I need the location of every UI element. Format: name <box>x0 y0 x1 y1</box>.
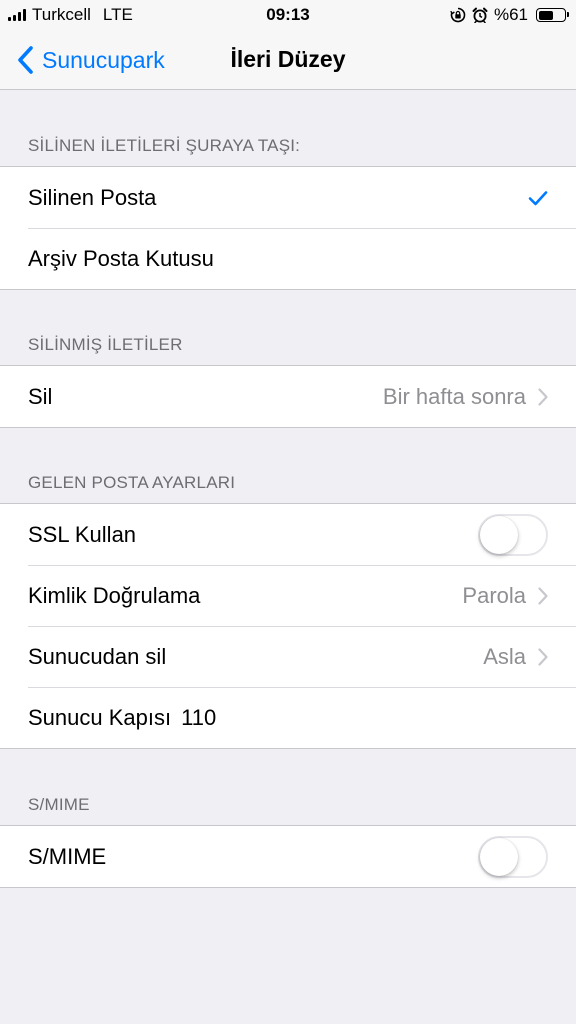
orientation-lock-icon <box>450 7 466 23</box>
status-right: %61 <box>450 4 569 26</box>
chevron-right-icon <box>538 647 548 666</box>
smime-label: S/MIME <box>28 843 107 869</box>
delete-from-server-label: Sunucudan sil <box>28 643 167 669</box>
checkmark-icon <box>528 190 548 205</box>
back-button-label: Sunucupark <box>42 46 165 73</box>
chevron-right-icon <box>538 387 548 406</box>
delete-after-row[interactable]: Sil Bir hafta sonra <box>0 366 576 427</box>
alarm-icon <box>472 7 488 23</box>
section-header-smime: S/MIME <box>28 795 90 814</box>
option-silinen-posta[interactable]: Silinen Posta <box>0 167 576 228</box>
smime-group: S/MIME <box>0 825 576 888</box>
incoming-settings-group: SSL Kullan Kimlik Doğrulama Parola Sunuc… <box>0 503 576 749</box>
ssl-row: SSL Kullan <box>0 504 576 565</box>
delete-from-server-value: Asla <box>483 643 526 669</box>
toggle-knob <box>480 515 518 554</box>
deleted-messages-group: Sil Bir hafta sonra <box>0 365 576 428</box>
chevron-right-icon <box>538 586 548 605</box>
server-port-label: Sunucu Kapısı <box>28 704 172 730</box>
ssl-label: SSL Kullan <box>28 521 137 547</box>
section-header-incoming: GELEN POSTA AYARLARI <box>28 473 236 492</box>
battery-icon <box>536 8 569 22</box>
option-label: Arşiv Posta Kutusu <box>28 245 214 271</box>
authentication-label: Kimlik Doğrulama <box>28 582 201 608</box>
authentication-value: Parola <box>462 582 526 608</box>
smime-row: S/MIME <box>0 826 576 887</box>
toggle-knob <box>480 837 518 876</box>
status-bar: Turkcell LTE 09:13 %61 <box>0 0 576 30</box>
option-arsiv-posta-kutusu[interactable]: Arşiv Posta Kutusu <box>0 228 576 289</box>
navigation-bar: İleri Düzey Sunucupark <box>0 30 576 90</box>
battery-percentage: %61 <box>493 5 528 24</box>
delete-from-server-row[interactable]: Sunucudan sil Asla <box>0 626 576 687</box>
row-value: Bir hafta sonra <box>382 383 526 409</box>
section-header-deleted-messages: SİLİNMİŞ İLETİLER <box>28 335 183 354</box>
ssl-toggle[interactable] <box>478 513 548 556</box>
chevron-left-icon <box>18 46 33 74</box>
smime-toggle[interactable] <box>478 835 548 878</box>
authentication-row[interactable]: Kimlik Doğrulama Parola <box>0 565 576 626</box>
back-button[interactable]: Sunucupark <box>16 42 165 78</box>
option-label: Silinen Posta <box>28 184 157 210</box>
server-port-input[interactable]: 110 <box>181 705 216 731</box>
section-header-move-deleted: SİLİNEN İLETİLERİ ŞURAYA TAŞI: <box>28 136 301 155</box>
row-label: Sil <box>28 383 53 409</box>
battery-fill <box>538 10 554 20</box>
move-deleted-group: Silinen Posta Arşiv Posta Kutusu <box>0 166 576 290</box>
server-port-row[interactable]: Sunucu Kapısı 110 <box>0 687 576 748</box>
